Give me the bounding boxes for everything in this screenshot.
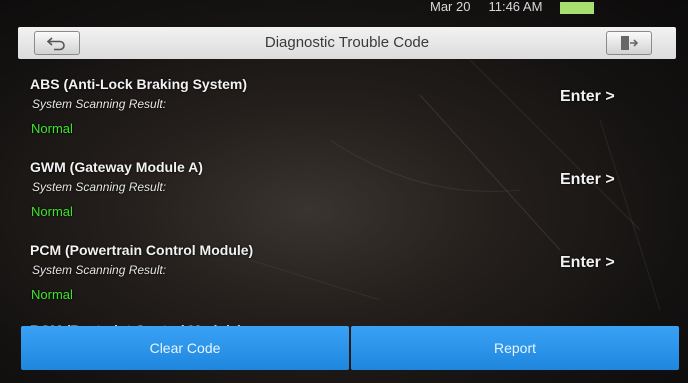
title-bar: Diagnostic Trouble Code <box>18 27 676 59</box>
status-time: 11:46 AM <box>488 0 543 14</box>
back-arrow-icon <box>46 37 65 51</box>
scan-result-value: Normal <box>31 121 73 136</box>
system-item-abs: ABS (Anti-Lock Braking System) System Sc… <box>30 76 660 154</box>
enter-button-pcm[interactable]: Enter > <box>560 254 615 272</box>
system-name: GWM (Gateway Module A) <box>30 159 203 175</box>
enter-button-gwm[interactable]: Enter > <box>560 171 615 189</box>
battery-icon <box>560 2 595 14</box>
page-title: Diagnostic Trouble Code <box>264 34 430 51</box>
report-button[interactable]: Report <box>351 326 679 370</box>
clear-code-button[interactable]: Clear Code <box>21 326 349 370</box>
system-name: PCM (Powertrain Control Module) <box>30 242 254 258</box>
exit-button[interactable] <box>606 31 652 55</box>
system-name: ABS (Anti-Lock Braking System) <box>30 76 248 92</box>
scan-result-label: System Scanning Result: <box>32 263 167 277</box>
status-bar: Mar 20 11:46 AM <box>430 0 688 14</box>
scan-tool-screen: Mar 20 11:46 AM Diagnostic Trouble Code … <box>0 0 688 383</box>
scan-result-value: Normal <box>31 287 73 302</box>
exit-icon <box>621 36 639 50</box>
scan-result-value: Normal <box>31 204 73 219</box>
system-item-gwm: GWM (Gateway Module A) System Scanning R… <box>30 159 660 237</box>
back-button[interactable] <box>34 31 80 55</box>
status-date: Mar 20 <box>430 0 471 14</box>
system-item-pcm: PCM (Powertrain Control Module) System S… <box>30 242 660 320</box>
scan-result-label: System Scanning Result: <box>32 97 167 111</box>
scan-result-label: System Scanning Result: <box>32 180 167 194</box>
footer-toolbar: Clear Code Report <box>21 326 679 370</box>
enter-button-abs[interactable]: Enter > <box>560 88 615 106</box>
